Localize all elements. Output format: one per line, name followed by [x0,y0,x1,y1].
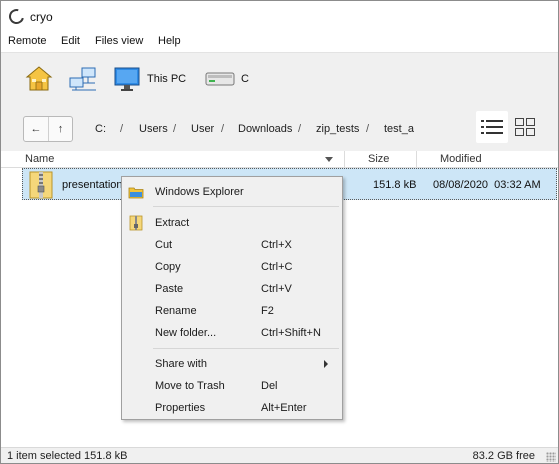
breadcrumb-item-downloads[interactable]: Downloads [238,123,292,135]
column-header-size[interactable]: Size [368,153,389,165]
context-cut[interactable]: Cut Ctrl+X [122,235,342,255]
context-rename[interactable]: Rename F2 [122,301,342,321]
context-shortcut: Del [261,380,278,392]
context-paste[interactable]: Paste Ctrl+V [122,279,342,299]
breadcrumb-separator: / [366,123,370,135]
context-open-windows-explorer[interactable]: Windows Explorer [122,182,342,202]
context-shortcut: Alt+Enter [261,402,307,414]
home-icon [25,66,53,91]
menu-separator [153,348,339,349]
context-new-folder[interactable]: New folder... Ctrl+Shift+N [122,323,342,343]
list-view-button[interactable] [476,111,508,143]
context-label: Share with [155,358,207,370]
context-copy[interactable]: Copy Ctrl+C [122,257,342,277]
context-label: Properties [155,402,206,414]
breadcrumb-separator: / [298,123,302,135]
breadcrumb-item-zip-tests[interactable]: zip_tests [316,123,359,135]
resize-grip-icon[interactable] [546,452,556,462]
window-title: cryo [30,10,53,24]
location-this-pc-label: This PC [147,73,187,85]
location-drive-c[interactable]: C [205,65,249,93]
context-label: Move to Trash [155,380,225,392]
arrow-up-icon: ↑ [57,123,64,135]
nav-button-group: ← ↑ [23,116,73,142]
menu-bar: Remote Edit Files view Help [1,32,558,52]
context-shortcut: F2 [261,305,274,317]
back-button[interactable]: ← [24,117,48,141]
status-selection: 1 item selected 151.8 kB [7,450,128,462]
zip-folder-icon [129,215,143,231]
context-label: Cut [155,239,173,251]
network-icon [69,67,96,91]
menu-files-view[interactable]: Files view [95,35,143,47]
title-bar[interactable]: cryo [1,1,558,32]
context-properties[interactable]: Properties Alt+Enter [122,398,342,418]
submenu-arrow-icon [324,360,328,368]
context-shortcut: Ctrl+Shift+N [261,327,321,339]
file-list-header: Name Size Modified [1,151,558,168]
breadcrumb-item-user[interactable]: User [191,123,214,135]
menu-edit[interactable]: Edit [61,35,80,47]
file-name: presentation [62,179,123,191]
breadcrumb-separator: / [120,123,124,135]
toolbar: This PC C ← ↑ C: / Users / User / Downlo… [1,52,558,151]
column-divider[interactable] [344,151,345,167]
drive-icon [205,72,235,86]
file-modified: 08/08/2020 03:32 AM [433,179,541,191]
list-view-icon [481,120,503,134]
context-move-to-trash[interactable]: Move to Trash Del [122,376,342,396]
up-button[interactable]: ↑ [48,117,72,141]
menu-separator [153,206,339,207]
menu-remote[interactable]: Remote [8,35,47,47]
location-this-pc[interactable]: This PC [113,65,186,93]
arrow-left-icon: ← [30,123,42,135]
menu-help[interactable]: Help [158,35,181,47]
column-divider[interactable] [416,151,417,167]
location-home[interactable] [25,65,53,93]
context-label: New folder... [155,327,217,339]
context-label: Copy [155,261,181,273]
breadcrumb-item-users[interactable]: Users [139,123,168,135]
file-size: 151.8 kB [373,179,417,191]
breadcrumb-item-c[interactable]: C: [95,123,106,135]
breadcrumb-item-test-a[interactable]: test_a [384,123,414,135]
context-label: Windows Explorer [155,186,244,198]
location-network[interactable] [68,65,98,93]
grid-view-button[interactable] [509,111,541,143]
breadcrumb-separator: / [221,123,225,135]
grid-view-icon [515,118,535,136]
zip-folder-icon [29,171,53,199]
status-bar: 1 item selected 151.8 kB 83.2 GB free [1,447,558,463]
monitor-icon [114,67,140,91]
folder-icon [128,187,144,199]
context-share-with[interactable]: Share with [122,354,342,374]
context-label: Extract [155,217,190,229]
column-header-name[interactable]: Name [25,153,54,165]
context-shortcut: Ctrl+C [261,261,293,273]
context-shortcut: Ctrl+X [261,239,292,251]
breadcrumb-separator: / [173,123,177,135]
context-label: Rename [155,305,197,317]
sort-descending-icon [325,157,333,162]
location-drive-c-label: C [241,73,249,85]
app-window: cryo Remote Edit Files view Help This PC… [0,0,559,464]
context-shortcut: Ctrl+V [261,283,292,295]
context-extract[interactable]: Extract [122,213,342,233]
column-header-modified[interactable]: Modified [440,153,482,165]
cryo-logo-icon [6,6,27,27]
status-free-space: 83.2 GB free [472,450,535,462]
context-label: Paste [155,283,184,295]
context-menu: Windows Explorer Extract Cut Ctrl+X Copy… [121,176,343,420]
